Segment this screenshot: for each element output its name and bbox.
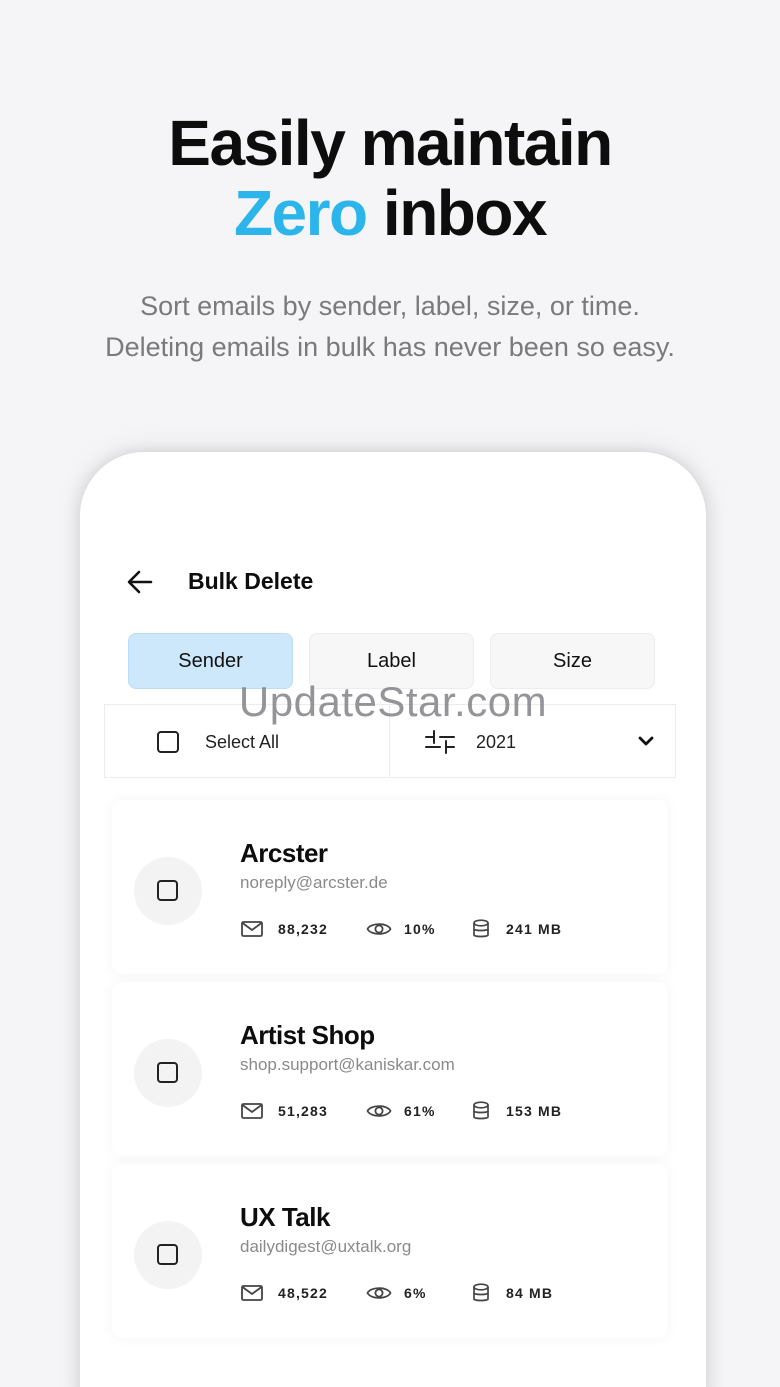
eye-icon	[366, 1287, 392, 1299]
database-icon	[473, 1101, 489, 1120]
sender-checkbox[interactable]	[157, 880, 178, 901]
open-rate-value: 10%	[404, 921, 436, 937]
sender-select-circle[interactable]	[134, 1039, 202, 1107]
headline-line2: Zero inbox	[0, 178, 780, 248]
phone-frame: Bulk Delete Sender Label Size Select All…	[80, 452, 706, 1387]
sender-card[interactable]: Arcster noreply@arcster.de 88,232 10% 24…	[112, 800, 668, 974]
email-count-value: 48,522	[278, 1285, 329, 1301]
select-all-checkbox[interactable]	[157, 731, 179, 753]
sender-checkbox[interactable]	[157, 1062, 178, 1083]
sender-email: shop.support@kaniskar.com	[240, 1055, 455, 1074]
storage-size-value: 84 MB	[506, 1285, 554, 1301]
sender-name: Artist Shop	[240, 1020, 375, 1050]
mail-icon	[241, 1103, 263, 1119]
eye-icon	[366, 1105, 392, 1117]
headline-line1: Easily maintain	[168, 107, 613, 179]
sender-select-circle[interactable]	[134, 857, 202, 925]
sender-checkbox[interactable]	[157, 1244, 178, 1265]
database-icon	[473, 1283, 489, 1302]
sender-select-circle[interactable]	[134, 1221, 202, 1289]
mail-icon	[241, 1285, 263, 1301]
database-icon	[473, 919, 489, 938]
sender-email: noreply@arcster.de	[240, 873, 388, 892]
app-bar: Bulk Delete	[80, 556, 706, 606]
year-dropdown[interactable]: 2021	[390, 705, 675, 777]
tab-size[interactable]: Size	[490, 633, 655, 689]
headline-line2-rest: inbox	[366, 177, 548, 249]
sender-name: Arcster	[240, 838, 328, 868]
storage-size-value: 153 MB	[506, 1103, 563, 1119]
chevron-down-icon	[638, 736, 654, 746]
filter-bar: Select All 2021	[104, 704, 676, 778]
subtitle: Sort emails by sender, label, size, or t…	[0, 286, 780, 368]
mail-icon	[241, 921, 263, 937]
tab-sender[interactable]: Sender	[128, 633, 293, 689]
subtitle-line2: Deleting emails in bulk has never been s…	[105, 332, 675, 362]
email-count-value: 88,232	[278, 921, 329, 937]
year-value: 2021	[476, 732, 517, 752]
page-title: Bulk Delete	[188, 568, 314, 594]
back-button[interactable]	[122, 564, 158, 600]
sender-name: UX Talk	[240, 1202, 330, 1232]
sender-card[interactable]: Artist Shop shop.support@kaniskar.com 51…	[112, 982, 668, 1156]
storage-size-value: 241 MB	[506, 921, 563, 937]
subtitle-line1: Sort emails by sender, label, size, or t…	[140, 291, 640, 321]
open-rate-value: 6%	[404, 1285, 427, 1301]
sender-card[interactable]: UX Talk dailydigest@uxtalk.org 48,522 6%	[112, 1164, 668, 1338]
sender-stats: 48,522 6% 84 MB	[240, 1282, 660, 1304]
eye-icon	[366, 923, 392, 935]
tab-label[interactable]: Label	[309, 633, 474, 689]
headline: Easily maintain Zero inbox	[0, 108, 780, 248]
sender-email: dailydigest@uxtalk.org	[240, 1237, 412, 1256]
open-rate-value: 61%	[404, 1103, 436, 1119]
sender-stats: 51,283 61% 153 MB	[240, 1100, 660, 1122]
tab-bar: Sender Label Size	[128, 633, 655, 689]
headline-accent: Zero	[233, 177, 368, 249]
sliders-icon	[425, 730, 455, 754]
select-all-label: Select All	[205, 732, 280, 752]
select-all-toggle[interactable]: Select All	[105, 705, 390, 777]
email-count-value: 51,283	[278, 1103, 329, 1119]
sender-stats: 88,232 10% 241 MB	[240, 918, 660, 940]
sender-list: Arcster noreply@arcster.de 88,232 10% 24…	[112, 800, 668, 1346]
arrow-left-icon	[127, 570, 153, 594]
